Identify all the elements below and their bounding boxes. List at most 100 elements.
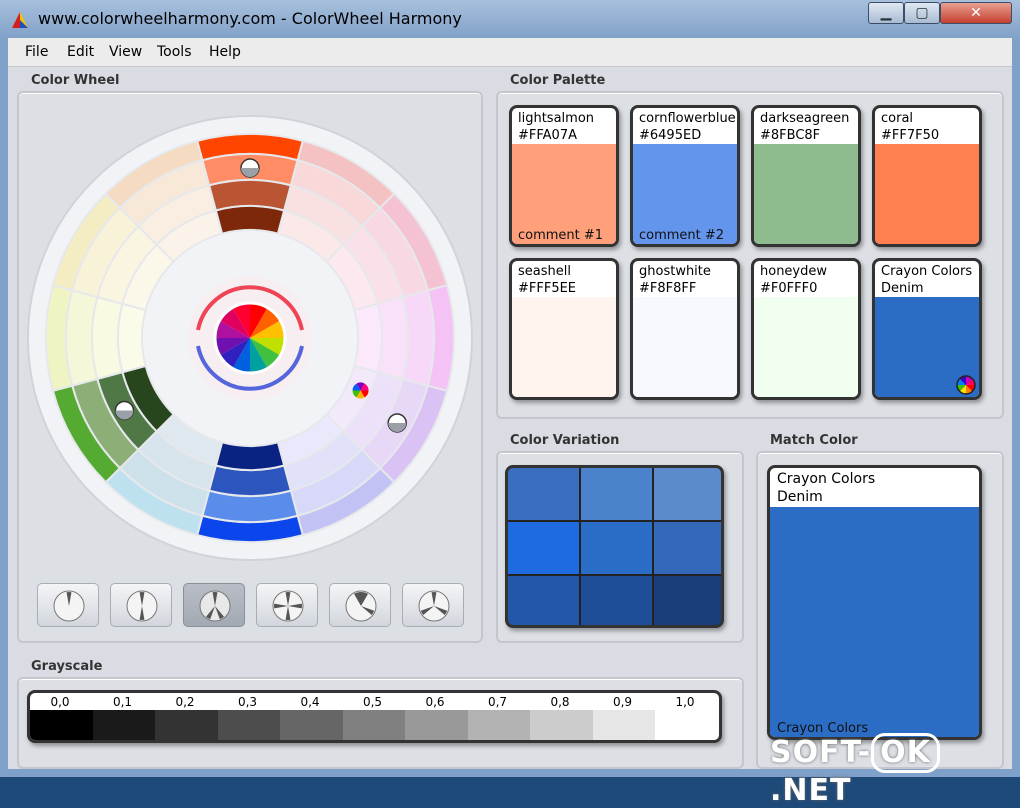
variation-cell[interactable]	[508, 576, 579, 625]
palette-color-hex: #8FBC8F	[760, 128, 821, 143]
grayscale-label: 0,7	[487, 695, 508, 709]
palette-swatch	[875, 144, 979, 244]
grayscale-heading: Grayscale	[31, 659, 103, 674]
match-color-name: Crayon Colors	[777, 471, 876, 487]
menu-help[interactable]: Help	[209, 44, 241, 60]
variation-cell[interactable]	[581, 522, 652, 574]
menu-tools[interactable]: Tools	[157, 44, 192, 60]
match-color-card[interactable]: Crayon Colors Denim Crayon Colors	[767, 465, 982, 740]
palette-comment: comment #1	[518, 228, 604, 243]
color-variation-heading: Color Variation	[510, 433, 620, 448]
grayscale-swatch[interactable]	[467, 710, 530, 740]
palette-color-name: ghostwhite	[639, 264, 711, 279]
harmony-marker[interactable]	[114, 400, 135, 421]
harmony-marker[interactable]	[240, 158, 260, 178]
palette-card[interactable]: cornflowerblue #6495ED comment #2	[630, 105, 740, 247]
harmony-button[interactable]	[110, 583, 172, 627]
palette-color-name: seashell	[518, 264, 571, 279]
tetrad-icon	[418, 590, 450, 622]
grayscale-swatch[interactable]	[342, 710, 405, 740]
color-wheel[interactable]	[25, 113, 475, 563]
palette-swatch	[633, 297, 737, 397]
maximize-button[interactable]: ▢	[904, 2, 940, 24]
palette-swatch	[512, 297, 616, 397]
wheel-segment[interactable]	[117, 302, 147, 374]
grayscale-label: 0,2	[175, 695, 195, 709]
complementary-icon	[126, 590, 158, 622]
wheel-segment[interactable]	[214, 441, 286, 471]
grayscale-label: 0,4	[300, 695, 320, 709]
variation-cell[interactable]	[508, 468, 579, 520]
palette-color-hex: #FF7F50	[881, 128, 940, 143]
palette-color-name: lightsalmon	[518, 111, 595, 126]
client-area: File Edit View Tools Help Color Wheel Co…	[8, 38, 1012, 808]
palette-card[interactable]: ghostwhite #F8F8FF	[630, 258, 740, 400]
palette-card[interactable]: Crayon Colors Denim	[872, 258, 982, 400]
watermark-left: SOFT-	[770, 735, 872, 770]
palette-color-hex: Denim	[881, 281, 924, 296]
grayscale-label: 0,3	[237, 695, 258, 709]
palette-color-hex: #FFA07A	[518, 128, 577, 143]
analogous-icon	[53, 590, 85, 622]
palette-swatch	[754, 144, 858, 244]
harmony-button[interactable]	[256, 583, 318, 627]
palette-color-name: Crayon Colors	[881, 264, 973, 279]
harmony-button[interactable]	[183, 583, 245, 627]
variation-cell[interactable]	[581, 576, 652, 625]
grayscale-label: 0,0	[50, 695, 70, 709]
grayscale-swatch[interactable]	[405, 710, 468, 740]
grayscale-swatch[interactable]	[92, 710, 155, 740]
palette-comment: comment #2	[639, 228, 725, 243]
menu-bar: File Edit View Tools Help	[8, 38, 1012, 67]
grayscale-label: 0,5	[362, 695, 383, 709]
variation-cell[interactable]	[508, 522, 579, 574]
triad-icon	[272, 590, 304, 622]
variation-cell[interactable]	[654, 576, 721, 625]
palette-color-hex: #F0FFF0	[760, 281, 818, 296]
wheel-segment[interactable]	[353, 302, 383, 374]
color-wheel-icon[interactable]	[956, 375, 976, 395]
grayscale-swatch[interactable]	[280, 710, 343, 740]
minimize-button[interactable]: ▁	[868, 2, 904, 24]
palette-card[interactable]: coral #FF7F50	[872, 105, 982, 247]
grayscale-label: 0,6	[425, 695, 445, 709]
harmony-button[interactable]	[329, 583, 391, 627]
wheel-segment[interactable]	[214, 205, 286, 235]
watermark-right: .NET	[770, 773, 852, 808]
grayscale-swatch[interactable]	[530, 710, 593, 740]
menu-view[interactable]: View	[109, 44, 142, 60]
variation-cell[interactable]	[654, 468, 721, 520]
center-hue-disk[interactable]	[213, 301, 287, 375]
color-wheel-heading: Color Wheel	[31, 73, 120, 88]
close-button[interactable]: ✕	[940, 2, 1012, 24]
palette-color-hex: #6495ED	[639, 128, 702, 143]
harmony-button[interactable]	[402, 583, 464, 627]
match-color-subname: Denim	[777, 489, 823, 505]
palette-card[interactable]: lightsalmon #FFA07A comment #1	[509, 105, 619, 247]
color-palette-heading: Color Palette	[510, 73, 606, 88]
grayscale-bar: 0,0 0,1 0,2 0,3 0,4 0,5 0,6 0,7 0,8 0,9 1,0	[27, 690, 722, 743]
menu-file[interactable]: File	[25, 44, 48, 60]
variation-cell[interactable]	[581, 468, 652, 520]
grayscale-swatch[interactable]	[655, 710, 718, 740]
palette-card[interactable]: seashell #FFF5EE	[509, 258, 619, 400]
grayscale-swatch[interactable]	[592, 710, 655, 740]
palette-card[interactable]: honeydew #F0FFF0	[751, 258, 861, 400]
menu-edit[interactable]: Edit	[67, 44, 94, 60]
watermark-ok: OK	[871, 733, 940, 773]
harmony-marker[interactable]	[387, 413, 407, 433]
split-complementary-icon	[199, 590, 231, 622]
grayscale-label: 0,1	[112, 695, 133, 709]
palette-color-name: darkseagreen	[760, 111, 850, 126]
grayscale-label: 0,9	[612, 695, 633, 709]
variation-cell[interactable]	[654, 522, 721, 574]
color-wheel-icon[interactable]	[352, 382, 369, 399]
app-logo-icon	[12, 12, 28, 28]
harmony-button[interactable]	[37, 583, 99, 627]
grayscale-swatch[interactable]	[155, 710, 218, 740]
grayscale-swatch[interactable]	[30, 710, 93, 740]
palette-color-hex: #FFF5EE	[518, 281, 577, 296]
square-icon	[345, 590, 377, 622]
grayscale-swatch[interactable]	[217, 710, 280, 740]
palette-card[interactable]: darkseagreen #8FBC8F	[751, 105, 861, 247]
